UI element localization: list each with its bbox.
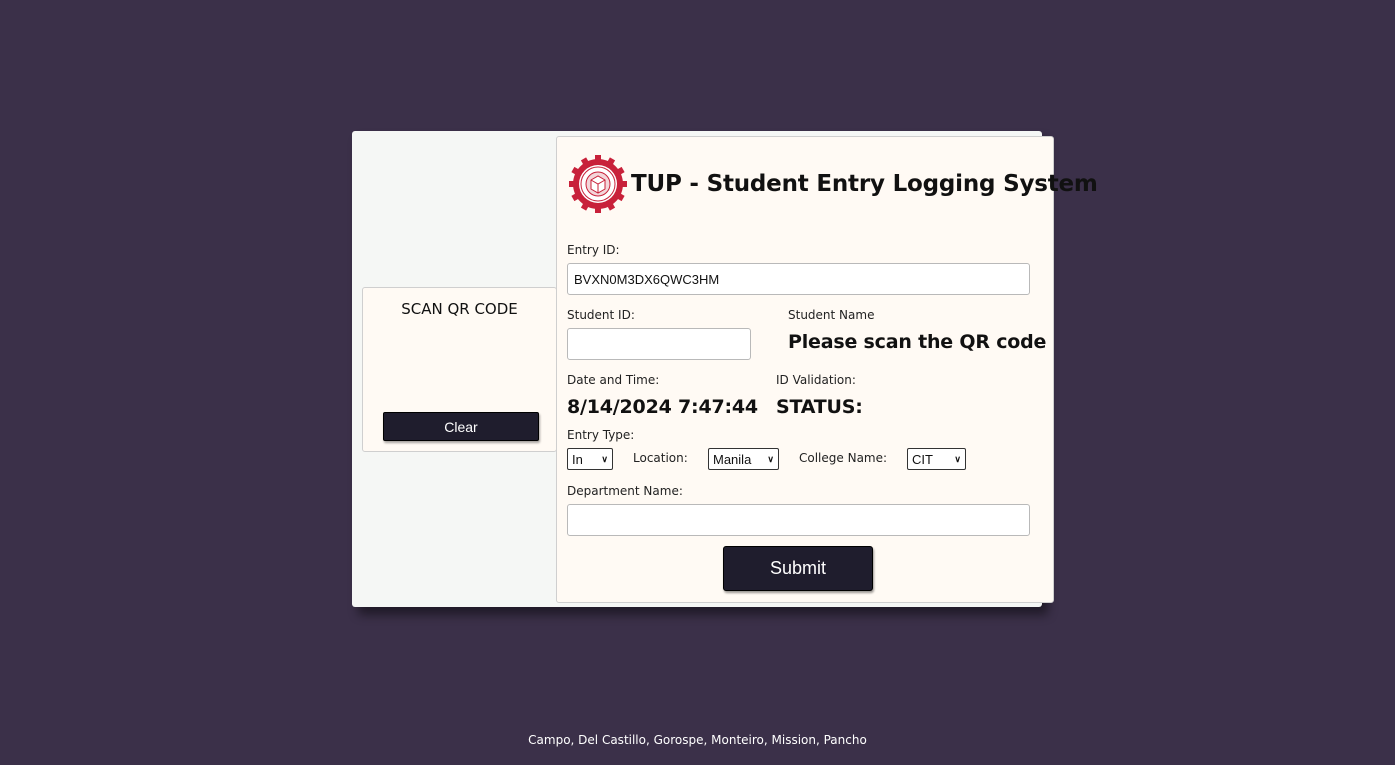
entry-id-label: Entry ID: bbox=[567, 243, 620, 257]
college-name-select[interactable]: CIT ∨ bbox=[907, 448, 966, 470]
location-label: Location: bbox=[633, 451, 688, 465]
entry-type-select[interactable]: In ∨ bbox=[567, 448, 613, 470]
entry-type-value: In bbox=[572, 451, 583, 467]
student-name-value: Please scan the QR code bbox=[788, 331, 1047, 353]
datetime-value: 8/14/2024 7:47:44 bbox=[567, 396, 758, 418]
clear-button[interactable]: Clear bbox=[383, 412, 539, 441]
student-id-label: Student ID: bbox=[567, 308, 635, 322]
chevron-down-icon: ∨ bbox=[954, 453, 961, 464]
footer-credits: Campo, Del Castillo, Gorospe, Monteiro, … bbox=[528, 733, 867, 747]
id-validation-status: STATUS: bbox=[776, 396, 863, 418]
chevron-down-icon: ∨ bbox=[767, 453, 774, 464]
department-name-label: Department Name: bbox=[567, 484, 683, 498]
location-select[interactable]: Manila ∨ bbox=[708, 448, 779, 470]
datetime-label: Date and Time: bbox=[567, 373, 660, 387]
qr-scan-panel: SCAN QR CODE Clear bbox=[362, 287, 557, 452]
chevron-down-icon: ∨ bbox=[601, 453, 608, 464]
student-name-label: Student Name bbox=[788, 308, 875, 322]
id-validation-label: ID Validation: bbox=[776, 373, 856, 387]
scan-qr-title: SCAN QR CODE bbox=[401, 300, 518, 318]
entry-id-field[interactable]: BVXN0M3DX6QWC3HM bbox=[567, 263, 1030, 295]
entry-form-panel: TUP - Student Entry Logging System Entry… bbox=[556, 136, 1098, 603]
student-id-field[interactable] bbox=[567, 328, 751, 360]
submit-button[interactable]: Submit bbox=[723, 546, 873, 591]
location-value: Manila bbox=[713, 451, 752, 467]
college-name-label: College Name: bbox=[799, 451, 888, 465]
entry-type-label: Entry Type: bbox=[567, 428, 635, 442]
tup-seal-logo-icon bbox=[567, 153, 629, 215]
department-name-field[interactable] bbox=[567, 504, 1030, 536]
page-title: TUP - Student Entry Logging System bbox=[631, 171, 1098, 197]
college-name-value: CIT bbox=[912, 451, 933, 467]
